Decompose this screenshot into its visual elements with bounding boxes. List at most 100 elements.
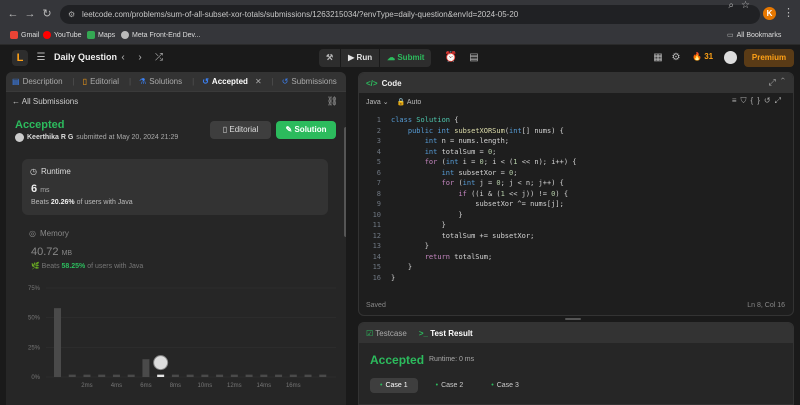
tab-submissions[interactable]: ↺ Submissions (282, 77, 337, 86)
code-line[interactable]: 2 public int subsetXORSum(int[] nums) { (359, 126, 793, 137)
tab-solutions[interactable]: ⚗ Solutions (139, 77, 182, 86)
tab-editorial[interactable]: ▯ Editorial (83, 77, 119, 86)
distribution-bar[interactable] (230, 374, 238, 377)
maximize-icon[interactable]: ⤢ (769, 77, 776, 87)
tab-accepted[interactable]: ↺ Accepted ✕ (202, 77, 261, 86)
premium-button[interactable]: Premium (744, 49, 794, 67)
horizontal-splitter[interactable] (565, 318, 581, 320)
code-line[interactable]: 11 } (359, 220, 793, 231)
problem-list-icon[interactable]: ☰ (33, 50, 49, 66)
code-line[interactable]: 4 int totalSum = 0; (359, 147, 793, 158)
next-problem-icon[interactable]: › (132, 50, 148, 66)
distribution-bar[interactable] (98, 374, 106, 377)
distribution-bar[interactable] (216, 374, 224, 377)
distribution-bar[interactable] (304, 374, 312, 377)
submitter-name[interactable]: Keerthika R G (27, 134, 73, 141)
distribution-bar[interactable] (68, 374, 76, 377)
runtime-card[interactable]: ◷ Runtime 6 ms Beats 20.26% of users with… (22, 159, 328, 215)
tab-description[interactable]: ▤ Description (12, 77, 63, 86)
forward-icon[interactable]: → (23, 7, 37, 21)
memory-header[interactable]: ◎ Memory (29, 229, 69, 238)
code-area[interactable]: 1 class Solution {2 public int subsetXORS… (359, 115, 793, 284)
language-select[interactable]: Java ⌄ (366, 98, 389, 106)
bookmark-maps[interactable]: Maps (87, 31, 115, 39)
run-button[interactable]: ▶ Run (340, 49, 379, 67)
code-line[interactable]: 14 return totalSum; (359, 252, 793, 263)
tab-testcase[interactable]: ☑ Testcase (366, 329, 407, 338)
bookmark-youtube[interactable]: YouTube (43, 31, 82, 39)
daily-question-title[interactable]: Daily Question (54, 52, 117, 62)
code-line[interactable]: 8 if ((i & (1 << j)) != 0) { (359, 189, 793, 200)
distribution-bar[interactable] (275, 374, 283, 377)
format-icon[interactable]: ≡ (732, 96, 741, 105)
vertical-splitter[interactable] (349, 72, 355, 405)
bookmark-star-icon[interactable]: ☆ (741, 0, 750, 11)
distribution-bar[interactable] (289, 374, 297, 377)
distribution-bar[interactable] (260, 374, 268, 377)
distribution-bar[interactable] (127, 374, 135, 377)
reload-icon[interactable]: ↻ (40, 7, 54, 21)
case-tab-1[interactable]: • Case 1 (370, 378, 418, 393)
address-bar[interactable]: ⚙ leetcode.com/problems/sum-of-all-subse… (60, 5, 760, 24)
code-line[interactable]: 16} (359, 273, 793, 284)
all-bookmarks[interactable]: ▭ All Bookmarks (727, 31, 781, 40)
bookmark-gmail[interactable]: Gmail (10, 31, 39, 39)
code-line[interactable]: 12 totalSum += subsetXor; (359, 231, 793, 242)
code-line[interactable]: 9 subsetXor ^= nums[j]; (359, 199, 793, 210)
left-scrollbar[interactable] (344, 127, 346, 237)
auto-mode[interactable]: 🔒 Auto (397, 98, 422, 106)
case-tab-3[interactable]: • Case 3 (481, 378, 529, 393)
tab-test-result[interactable]: >_ Test Result (419, 329, 473, 338)
code-line[interactable]: 3 int n = nums.length; (359, 136, 793, 147)
y-tick-label: 75% (28, 286, 41, 292)
settings-gear-icon[interactable]: ⚙ (668, 50, 684, 66)
distribution-bar[interactable] (83, 374, 91, 377)
code-line[interactable]: 15 } (359, 262, 793, 273)
shuffle-icon[interactable]: ⤮ (151, 50, 167, 66)
submit-button[interactable]: ☁ Submit (379, 49, 431, 67)
distribution-bar[interactable] (171, 374, 179, 377)
distribution-bar[interactable] (201, 374, 209, 377)
distribution-bar[interactable] (142, 359, 150, 377)
distribution-bar[interactable] (54, 308, 61, 377)
site-info-icon[interactable]: ⚙ (68, 5, 75, 24)
distribution-bar[interactable] (186, 374, 194, 377)
all-submissions-link[interactable]: ← All Submissions (12, 97, 78, 106)
code-line[interactable]: 7 for (int j = 0; j < n; j++) { (359, 178, 793, 189)
runtime-distribution-chart[interactable]: 75% 50% 25% 0% 2ms 4ms 6ms 8ms 10ms 12ms 14ms 16ms (6, 280, 346, 395)
back-icon[interactable]: ← (6, 7, 20, 21)
close-tab-icon[interactable]: ✕ (255, 77, 262, 86)
notes-icon[interactable]: ▤ (466, 50, 482, 66)
code-line[interactable]: 1 class Solution { (359, 115, 793, 126)
timer-icon[interactable]: ⏰ (443, 50, 459, 66)
layout-icon[interactable]: ▦ (650, 50, 666, 66)
user-avatar[interactable] (724, 51, 737, 64)
bookmark-meta[interactable]: Meta Front-End Dev... (121, 31, 200, 39)
browser-menu-icon[interactable]: ⋮ (783, 6, 794, 19)
code-text: public int subsetXORSum(int[] nums) { (407, 126, 564, 135)
code-line[interactable]: 5 for (int i = 0; i < (1 << n); i++) { (359, 157, 793, 168)
solution-button[interactable]: ✎ Solution (276, 121, 336, 139)
distribution-bar[interactable] (157, 374, 165, 377)
fullscreen-icon[interactable]: ⤢ (775, 96, 785, 105)
reset-icon[interactable]: ↺ (764, 96, 775, 105)
collapse-icon[interactable]: ⌃ (781, 77, 785, 87)
braces-icon[interactable]: {} (751, 96, 764, 105)
code-line[interactable]: 6 int subsetXor = 0; (359, 168, 793, 179)
user-marker-avatar[interactable] (153, 355, 169, 371)
editorial-button[interactable]: ▯ Editorial (210, 121, 271, 139)
share-link-icon[interactable]: ⛓ (327, 96, 338, 107)
code-line[interactable]: 13 } (359, 241, 793, 252)
distribution-bar[interactable] (319, 374, 327, 377)
streak-counter[interactable]: 🔥 31 (692, 52, 713, 61)
zoom-icon[interactable]: ⌕ (728, 0, 734, 11)
bookmark-icon[interactable]: ⛉ (741, 96, 751, 105)
distribution-bar[interactable] (112, 374, 120, 377)
leetcode-logo[interactable]: L (12, 50, 28, 66)
code-line[interactable]: 10 } (359, 210, 793, 221)
debug-icon[interactable]: ⚒ (319, 49, 340, 67)
distribution-bar[interactable] (245, 374, 253, 377)
case-tab-2[interactable]: • Case 2 (426, 378, 474, 393)
prev-problem-icon[interactable]: ‹ (115, 50, 131, 66)
profile-avatar[interactable]: K (763, 7, 776, 20)
